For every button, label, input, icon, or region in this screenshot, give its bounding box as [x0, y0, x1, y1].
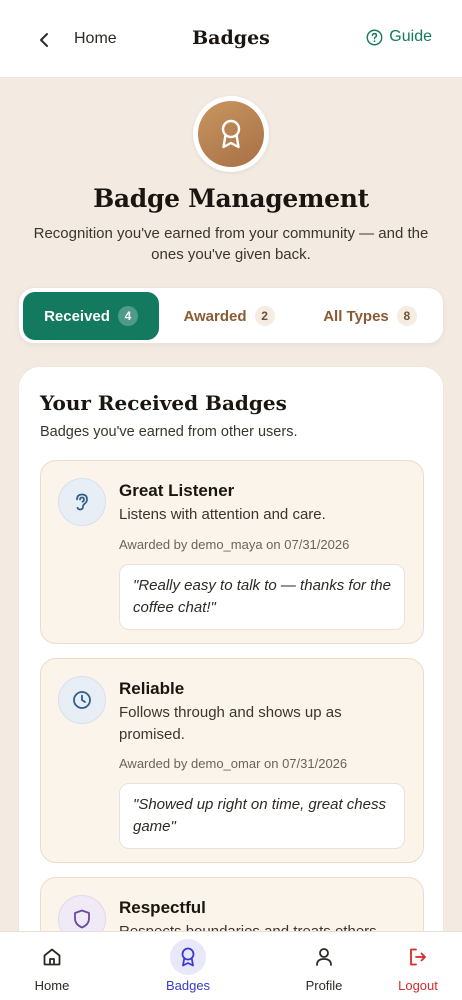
badge-awarded-by: Awarded by demo_omar on 07/31/2026 [119, 756, 348, 771]
badge-awarded-by: Awarded by demo_maya on 07/31/2026 [119, 537, 350, 552]
nav-label: Badges [165, 978, 211, 993]
badge-name: Respectful [119, 898, 206, 917]
clock-icon [73, 691, 91, 709]
badge-item-great-listener[interactable]: Great Listener Listens with attention an… [40, 460, 424, 644]
tab-count-badge: 8 [396, 306, 417, 326]
tab-all-types[interactable]: All Types 8 [301, 292, 439, 340]
tab-count-badge: 4 [117, 306, 138, 326]
badge-name: Reliable [119, 679, 185, 698]
nav-icon-wrap [306, 939, 342, 975]
help-circle-icon [366, 29, 383, 45]
badge-icon [181, 947, 195, 967]
received-badges-card: Your Received Badges Badges you've earne… [18, 366, 444, 1000]
badge-icon-wrap [58, 676, 106, 724]
ear-icon [76, 493, 88, 511]
badge-name: Great Listener [119, 481, 235, 500]
section-subtitle: Badges you've earned from other users. [40, 424, 298, 440]
shield-icon [74, 909, 90, 929]
badge-description: Listens with attention and care. [119, 506, 326, 523]
nav-profile[interactable]: Profile [294, 932, 354, 1000]
guide-label: Guide [389, 28, 432, 45]
section-title: Your Received Badges [40, 391, 287, 415]
tab-received[interactable]: Received 4 [23, 292, 159, 340]
nav-label: Home [34, 978, 70, 993]
back-label[interactable]: Home [74, 30, 117, 48]
person-icon [316, 948, 332, 966]
badge-tabs: Received 4 Awarded 2 All Types 8 [18, 287, 444, 344]
tab-awarded[interactable]: Awarded 2 [165, 292, 293, 340]
top-bar: Home Badges Guide [0, 0, 462, 78]
tab-count-badge: 2 [254, 306, 275, 326]
award-ribbon-icon [221, 119, 241, 149]
bottom-nav: Home Badges Profile Logout [0, 931, 462, 1000]
tab-label: Awarded [183, 307, 247, 325]
logout-icon [410, 948, 426, 966]
badge-description: Follows through and shows up as promised… [119, 704, 342, 743]
nav-label: Profile [305, 978, 343, 993]
tab-label: All Types [323, 307, 389, 325]
nav-icon-wrap [34, 939, 70, 975]
badge-item-reliable[interactable]: Reliable Follows through and shows up as… [40, 658, 424, 863]
badge-icon-wrap [58, 478, 106, 526]
guide-button[interactable]: Guide [366, 28, 432, 46]
badge-management-title: Badge Management [93, 184, 369, 213]
nav-logout[interactable]: Logout [388, 932, 448, 1000]
nav-icon-wrap [400, 939, 436, 975]
nav-label: Logout [398, 978, 438, 993]
chevron-left-icon [40, 33, 48, 47]
badge-management-subtitle: Recognition you've earned from your comm… [33, 225, 429, 263]
home-icon [43, 948, 61, 966]
nav-home[interactable]: Home [22, 932, 82, 1000]
badge-quote: "Really easy to talk to — thanks for the… [119, 564, 405, 630]
nav-icon-wrap [170, 939, 206, 975]
hero-badge-avatar [193, 96, 269, 172]
back-button[interactable] [30, 26, 58, 54]
badge-quote: "Showed up right on time, great chess ga… [119, 783, 405, 849]
nav-badges[interactable]: Badges [158, 932, 218, 1000]
tab-label: Received [44, 307, 110, 325]
